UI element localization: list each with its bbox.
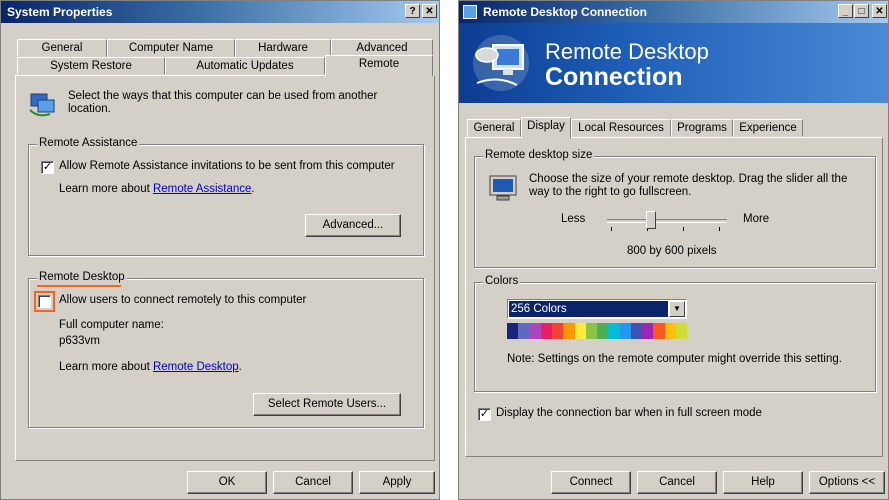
slider-tick-4 [719, 227, 720, 231]
remote-assistance-legend: Remote Assistance [37, 137, 140, 149]
size-description: Choose the size of your remote desktop. … [529, 173, 848, 198]
rdc-banner: Remote Desktop Connection [459, 23, 888, 103]
resolution-label: 800 by 600 pixels [627, 245, 717, 257]
size-legend: Remote desktop size [483, 149, 595, 161]
rdc-close-button[interactable]: ✕ [872, 4, 887, 18]
options-button[interactable]: Options << [809, 471, 885, 494]
remote-desktop-legend: Remote Desktop [37, 271, 127, 283]
tab-general[interactable]: General [17, 39, 107, 57]
chevron-down-icon[interactable]: ▼ [669, 301, 685, 317]
allow-assistance-checkbox[interactable]: ✓ [41, 161, 54, 174]
tab-computer-name[interactable]: Computer Name [107, 39, 235, 57]
banner-line-1: Remote Desktop [545, 39, 709, 64]
remote-desktop-link[interactable]: Remote Desktop [153, 361, 239, 373]
allow-assistance-label: Allow Remote Assistance invitations to b… [59, 160, 395, 172]
slider-tick-1 [611, 227, 612, 231]
advanced-button[interactable]: Advanced... [305, 214, 401, 237]
close-button[interactable]: ✕ [422, 4, 437, 18]
remote-desktop-connection-window: Remote Desktop Connection _ □ ✕ Remote D… [458, 0, 889, 500]
colors-legend: Colors [483, 275, 521, 287]
desktop-learn-suffix: . [238, 361, 242, 373]
window-title: System Properties [7, 5, 113, 19]
allow-remote-checkbox[interactable] [38, 295, 51, 308]
rdc-tab-local-resources[interactable]: Local Resources [571, 119, 671, 137]
help-button[interactable]: ? [405, 4, 420, 18]
tab-hardware[interactable]: Hardware [235, 39, 331, 57]
intro-text: Select the ways that this computer can b… [68, 90, 378, 115]
color-palette-preview [507, 323, 687, 339]
tab-system-restore[interactable]: System Restore [17, 57, 165, 75]
display-tab-panel: Remote desktop size Choose the size of y… [465, 137, 883, 457]
tab-remote[interactable]: Remote [325, 55, 433, 77]
monitor-icon [489, 175, 517, 201]
cancel-button[interactable]: Cancel [273, 471, 353, 494]
remote-desktop-group: Remote Desktop Allow users to connect re… [28, 271, 424, 428]
color-depth-select[interactable]: 256 Colors ▼ [507, 299, 687, 319]
remote-assistance-link[interactable]: Remote Assistance [153, 183, 251, 195]
connection-bar-label: Display the connection bar when in full … [496, 407, 762, 419]
rdc-tab-general[interactable]: General [467, 119, 521, 137]
remote-tab-panel: Select the ways that this computer can b… [15, 75, 435, 461]
colors-group: Colors 256 Colors ▼ Note: Settings on th… [474, 275, 876, 392]
select-remote-users-button[interactable]: Select Remote Users... [253, 393, 401, 416]
rdc-tab-experience[interactable]: Experience [733, 119, 803, 137]
connection-bar-checkbox[interactable]: ✓ [478, 408, 491, 421]
remote-desktop-logo-icon [473, 35, 529, 91]
full-computer-name-label: Full computer name: [59, 319, 164, 331]
minimize-button[interactable]: _ [838, 4, 853, 18]
rdc-tab-programs[interactable]: Programs [671, 119, 733, 137]
computers-icon [29, 93, 55, 117]
desktop-learn-line: Learn more about Remote Desktop. [59, 361, 242, 373]
rdc-title-bar[interactable]: Remote Desktop Connection _ □ ✕ [459, 1, 888, 23]
rdc-title-icon [463, 5, 477, 19]
slider-tick-3 [683, 227, 684, 231]
remote-desktop-highlight [37, 285, 121, 287]
allow-remote-label: Allow users to connect remotely to this … [59, 294, 307, 306]
connect-button[interactable]: Connect [551, 471, 631, 494]
assistance-learn-line: Learn more about Remote Assistance. [59, 183, 255, 195]
slider-track [607, 219, 727, 223]
rdc-tab-display[interactable]: Display [521, 117, 571, 139]
color-depth-value: 256 Colors [509, 301, 668, 317]
remote-desktop-size-group: Remote desktop size Choose the size of y… [474, 149, 876, 268]
rdc-window-title: Remote Desktop Connection [483, 5, 648, 19]
less-label: Less [561, 213, 586, 225]
more-label: More [743, 213, 770, 225]
rdc-cancel-button[interactable]: Cancel [637, 471, 717, 494]
tab-automatic-updates[interactable]: Automatic Updates [165, 57, 325, 75]
maximize-button[interactable]: □ [854, 4, 869, 18]
remote-assistance-group: Remote Assistance ✓ Allow Remote Assista… [28, 137, 424, 256]
assistance-learn-prefix: Learn more about [59, 183, 153, 195]
banner-line-2: Connection [545, 63, 683, 91]
ok-button[interactable]: OK [187, 471, 267, 494]
title-bar[interactable]: System Properties ? ✕ [1, 1, 439, 23]
system-properties-window: System Properties ? ✕ General Computer N… [0, 0, 440, 500]
colors-note: Note: Settings on the remote computer mi… [507, 353, 842, 365]
assistance-learn-suffix: . [251, 183, 255, 195]
full-computer-name-value: p633vm [59, 335, 100, 347]
desktop-learn-prefix: Learn more about [59, 361, 153, 373]
resolution-slider[interactable] [607, 211, 727, 235]
slider-thumb[interactable] [646, 211, 656, 229]
apply-button[interactable]: Apply [359, 471, 435, 494]
help-button-rdc[interactable]: Help [723, 471, 803, 494]
